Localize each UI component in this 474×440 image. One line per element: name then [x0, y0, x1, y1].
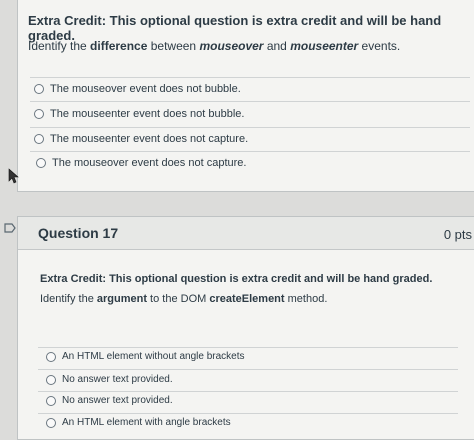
answer-label: The mouseenter event does not capture. — [50, 133, 249, 145]
prompt-text: events. — [358, 39, 401, 53]
radio-button[interactable] — [46, 351, 56, 362]
mouse-cursor-icon — [8, 168, 19, 184]
radio-button[interactable] — [46, 417, 56, 428]
divider — [38, 369, 458, 370]
answer-label: The mouseover event does not capture. — [52, 157, 247, 169]
radio-button[interactable] — [34, 84, 44, 94]
answer-option[interactable]: The mouseover event does not bubble. — [34, 83, 241, 95]
radio-button[interactable] — [34, 109, 44, 119]
question-points: 0 pts — [443, 227, 472, 242]
answer-option[interactable]: An HTML element without angle brackets — [46, 351, 245, 362]
prompt-emphasis: difference — [90, 39, 148, 53]
radio-button[interactable] — [46, 395, 56, 406]
prompt-text: method. — [284, 293, 328, 305]
prompt-emphasis: argument — [96, 293, 147, 305]
answer-label: The mouseenter event does not bubble. — [50, 108, 245, 120]
flag-question-icon[interactable] — [4, 222, 16, 234]
prompt-term: mouseenter — [290, 39, 359, 53]
question-header: Question 17 0 pts — [18, 217, 474, 250]
answer-label: The mouseover event does not bubble. — [50, 83, 241, 95]
prompt-text: to the DOM — [147, 293, 210, 305]
divider — [38, 347, 458, 348]
answer-label: An HTML element with angle brackets — [62, 417, 231, 428]
answer-label: No answer text provided. — [62, 374, 173, 385]
question-card-16: Extra Credit: This optional question is … — [17, 0, 474, 192]
answer-option[interactable]: The mouseover event does not capture. — [36, 157, 246, 169]
divider — [30, 77, 470, 78]
answer-option[interactable]: An HTML element with angle brackets — [46, 417, 231, 428]
question-card-17: Question 17 0 pts Extra Credit: This opt… — [17, 216, 474, 440]
prompt-term: mouseover — [199, 39, 264, 53]
question-prompt: Identify the argument to the DOM createE… — [40, 293, 327, 305]
answer-option[interactable]: No answer text provided. — [46, 395, 173, 406]
divider — [30, 151, 470, 152]
answer-label: No answer text provided. — [62, 395, 173, 406]
answer-option[interactable]: The mouseenter event does not capture. — [34, 133, 248, 145]
prompt-term: createElement — [209, 293, 285, 305]
divider — [30, 127, 470, 128]
answer-label: An HTML element without angle brackets — [62, 351, 245, 362]
divider — [38, 391, 458, 392]
divider — [38, 413, 458, 414]
question-number: Question 17 — [38, 225, 119, 241]
divider — [30, 101, 470, 102]
answer-option[interactable]: The mouseenter event does not bubble. — [34, 108, 244, 120]
radio-button[interactable] — [36, 158, 46, 168]
question-prompt: Identify the difference between mouseove… — [28, 39, 400, 53]
prompt-text: and — [263, 39, 291, 53]
prompt-text: between — [147, 39, 200, 53]
prompt-text: Identify the — [28, 39, 91, 53]
prompt-text: Identify the — [40, 293, 97, 305]
answer-option[interactable]: No answer text provided. — [46, 374, 173, 385]
radio-button[interactable] — [34, 134, 44, 144]
question-title: Extra Credit: This optional question is … — [40, 273, 433, 285]
radio-button[interactable] — [46, 374, 56, 385]
